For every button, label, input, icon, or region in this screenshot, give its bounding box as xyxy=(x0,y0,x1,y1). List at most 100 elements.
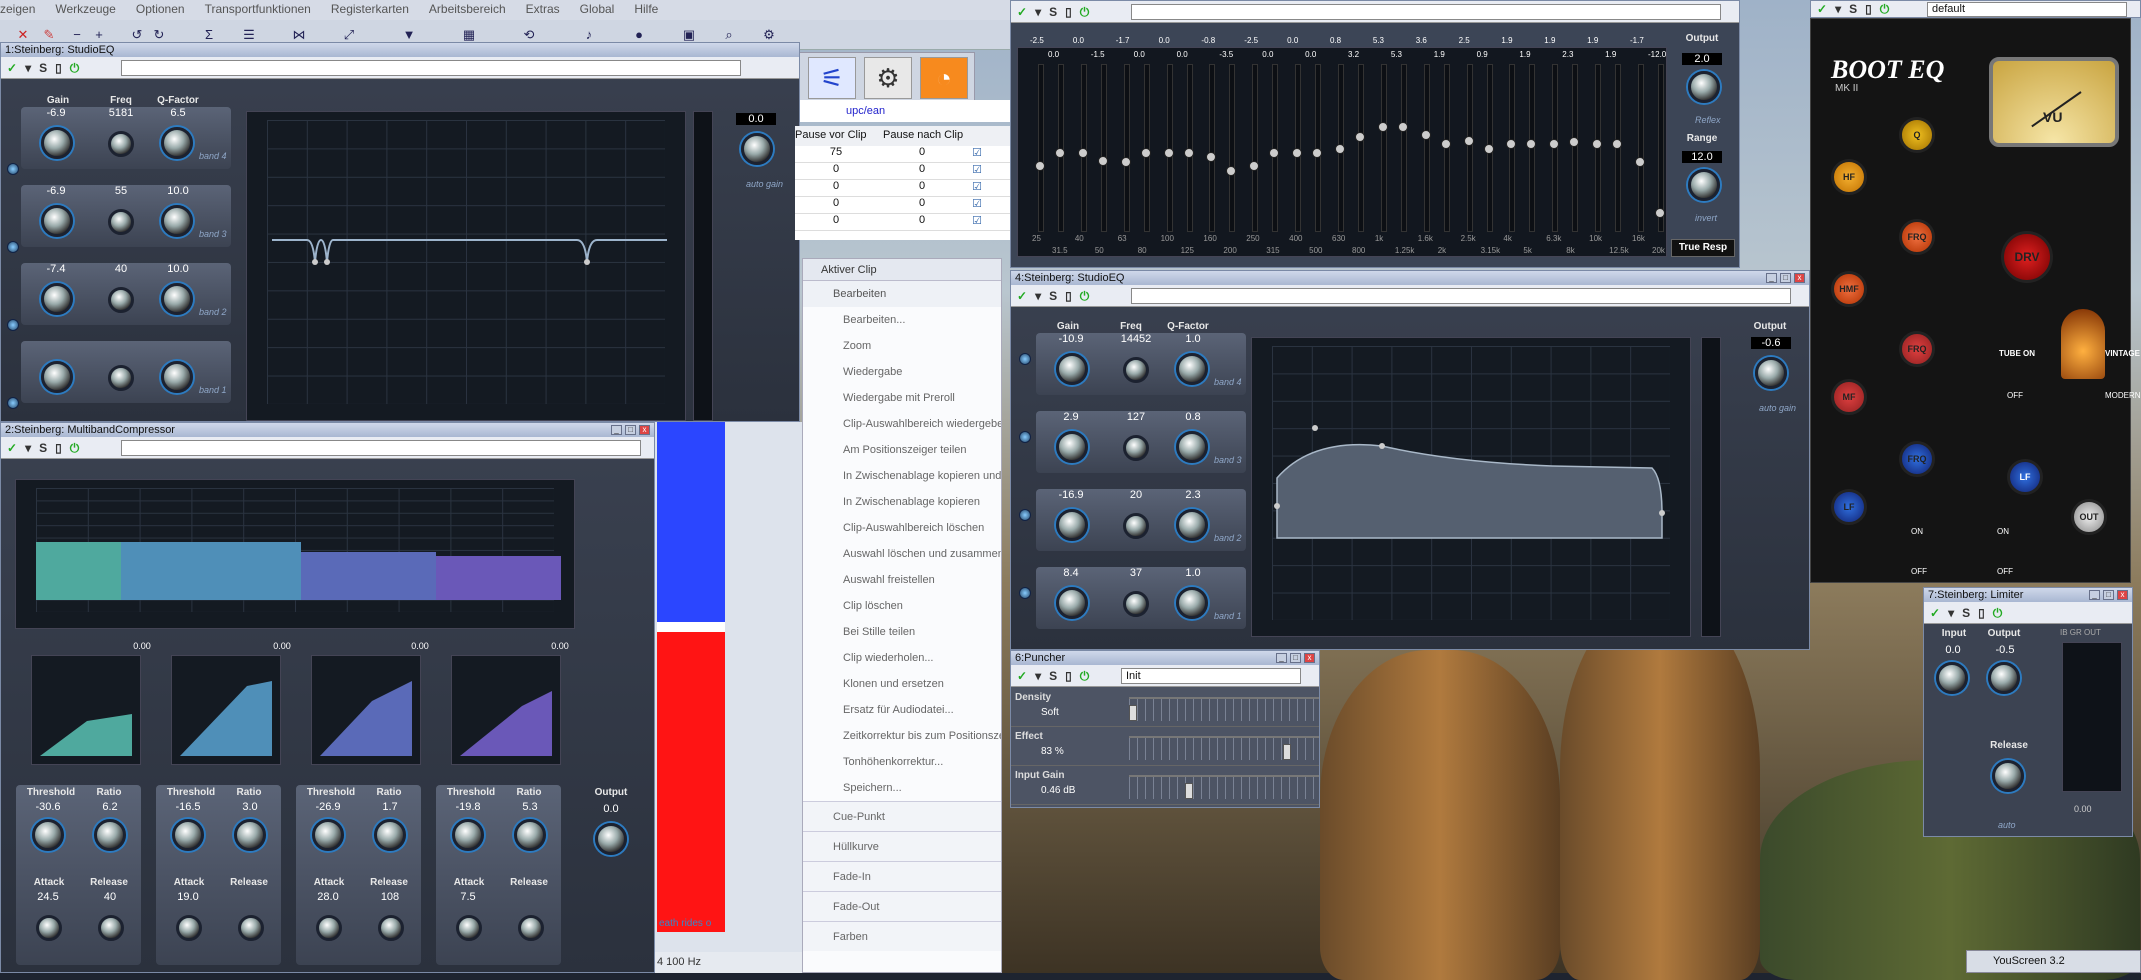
close-button[interactable]: x xyxy=(1304,653,1315,663)
slider-thumb[interactable] xyxy=(1129,705,1137,721)
waveform-area[interactable]: eath rides o 4 100 Hz xyxy=(655,422,803,973)
band-slider[interactable] xyxy=(1380,64,1387,232)
threshold-knob[interactable] xyxy=(452,819,484,851)
maximize-button[interactable]: □ xyxy=(2103,590,2114,600)
slider-thumb[interactable] xyxy=(1035,160,1045,171)
band-slider[interactable] xyxy=(1123,64,1130,232)
bypass-button[interactable]: ▯ xyxy=(55,61,62,76)
band-slider[interactable] xyxy=(1252,64,1259,232)
preset-field[interactable] xyxy=(121,60,741,76)
output-knob[interactable] xyxy=(595,823,627,855)
bypass-button[interactable]: ▯ xyxy=(55,441,62,456)
menu-item[interactable]: Registerkarten xyxy=(331,2,409,20)
band-power-button[interactable] xyxy=(1019,587,1031,599)
gain-knob[interactable] xyxy=(41,205,73,237)
slider-thumb[interactable] xyxy=(1097,155,1108,166)
comp-curve[interactable] xyxy=(31,655,141,765)
slider-thumb[interactable] xyxy=(1120,156,1131,167)
slider-thumb[interactable] xyxy=(1184,783,1193,799)
taskbar-youscreen[interactable]: YouScreen 3.2 xyxy=(1966,950,2141,973)
gain-knob[interactable] xyxy=(41,361,73,393)
close-button[interactable]: x xyxy=(1794,273,1805,283)
menu-item[interactable]: Clip löschen xyxy=(803,593,1001,619)
attack-knob[interactable] xyxy=(456,915,482,941)
maximize-button[interactable]: □ xyxy=(625,425,636,435)
band-split-graph[interactable] xyxy=(15,479,575,629)
eq-curve-graph[interactable] xyxy=(1251,337,1691,637)
preset-field[interactable]: Init xyxy=(1121,668,1301,684)
slider-thumb[interactable] xyxy=(1140,148,1151,158)
bypass-button[interactable]: ▯ xyxy=(1065,289,1072,304)
band-slider[interactable] xyxy=(1038,64,1044,232)
menu-item[interactable]: Bearbeiten... xyxy=(803,307,1001,333)
edit-section[interactable]: Bearbeiten xyxy=(803,281,1001,307)
check-icon[interactable]: ✓ xyxy=(1930,606,1940,621)
slider-thumb[interactable] xyxy=(1183,148,1194,158)
menu-item[interactable]: Bei Stille teilen xyxy=(803,619,1001,645)
checkbox[interactable]: ☑ xyxy=(967,197,987,213)
column-header[interactable]: Pause vor Clip xyxy=(795,129,877,141)
slider-thumb[interactable] xyxy=(1612,138,1623,149)
gain-knob[interactable] xyxy=(1056,353,1088,385)
comp-curve[interactable] xyxy=(311,655,421,765)
column-header[interactable]: Pause nach Clip xyxy=(883,129,973,141)
gain-slider[interactable] xyxy=(1129,775,1319,799)
s-button[interactable]: S xyxy=(1962,606,1970,621)
band-power-button[interactable] xyxy=(7,241,19,253)
power-icon[interactable]: ⏻ xyxy=(1080,5,1090,20)
section-fade-out[interactable]: Fade-Out xyxy=(803,891,1001,921)
attack-knob[interactable] xyxy=(36,915,62,941)
q-knob[interactable] xyxy=(161,361,193,393)
bypass-button[interactable]: ▯ xyxy=(1065,5,1072,20)
menu-item[interactable]: Optionen xyxy=(136,2,185,20)
s-button[interactable]: S xyxy=(39,441,47,456)
band-region[interactable] xyxy=(436,556,561,600)
menu-item[interactable]: Extras xyxy=(526,2,560,20)
power-icon[interactable]: ⏻ xyxy=(1880,2,1890,17)
checkbox[interactable]: ☑ xyxy=(967,214,987,230)
dropdown-icon[interactable]: ▾ xyxy=(1035,669,1041,684)
power-icon[interactable]: ⏻ xyxy=(70,61,80,76)
menu-item[interactable]: Clip wiederholen... xyxy=(803,645,1001,671)
invert-label[interactable]: invert xyxy=(1695,213,1717,223)
mf-knob[interactable]: MF xyxy=(1831,379,1867,415)
band-slider[interactable] xyxy=(1466,64,1473,232)
check-icon[interactable]: ✓ xyxy=(7,441,17,456)
menu-item[interactable]: zeigen xyxy=(0,2,35,20)
density-slider[interactable] xyxy=(1129,697,1319,721)
threshold-knob[interactable] xyxy=(32,819,64,851)
minimize-button[interactable]: _ xyxy=(611,425,622,435)
ratio-knob[interactable] xyxy=(374,819,406,851)
release-knob[interactable] xyxy=(1992,760,2024,792)
slider-thumb[interactable] xyxy=(1526,138,1537,149)
slider-thumb[interactable] xyxy=(1397,121,1408,132)
lf-knob[interactable]: LF xyxy=(1831,489,1867,525)
hf-freq-knob[interactable]: FRQ xyxy=(1899,219,1935,255)
dropdown-icon[interactable]: ▾ xyxy=(1035,5,1041,20)
table-row[interactable]: 0 0 ☑ xyxy=(795,163,1010,180)
slider-thumb[interactable] xyxy=(1377,121,1388,132)
bypass-button[interactable]: ▯ xyxy=(1065,669,1072,684)
threshold-knob[interactable] xyxy=(312,819,344,851)
slider-thumb[interactable] xyxy=(1335,144,1345,154)
preset-field[interactable] xyxy=(1131,4,1721,20)
attack-knob[interactable] xyxy=(316,915,342,941)
mf-freq-knob[interactable]: FRQ xyxy=(1899,331,1935,367)
band-slider[interactable] xyxy=(1400,64,1407,232)
q-knob[interactable] xyxy=(1176,431,1208,463)
preset-field[interactable] xyxy=(121,440,641,456)
slider-thumb[interactable] xyxy=(1249,160,1260,171)
band-slider[interactable] xyxy=(1100,64,1107,232)
table-row[interactable]: 0 0 ☑ xyxy=(795,197,1010,214)
power-icon[interactable]: ⏻ xyxy=(1080,289,1090,304)
q-knob[interactable] xyxy=(1176,353,1208,385)
autogain-label[interactable]: auto gain xyxy=(746,179,783,189)
output-knob[interactable] xyxy=(1988,662,2020,694)
slider-thumb[interactable] xyxy=(1506,138,1517,149)
menu-item[interactable]: Zeitkorrektur bis zum Positionszeiger xyxy=(803,723,1001,749)
slider-thumb[interactable] xyxy=(1226,165,1237,176)
out-knob[interactable]: OUT xyxy=(2071,499,2107,535)
drive-knob[interactable]: DRV xyxy=(2001,231,2053,283)
s-button[interactable]: S xyxy=(39,61,47,76)
q-knob[interactable]: Q xyxy=(1899,117,1935,153)
